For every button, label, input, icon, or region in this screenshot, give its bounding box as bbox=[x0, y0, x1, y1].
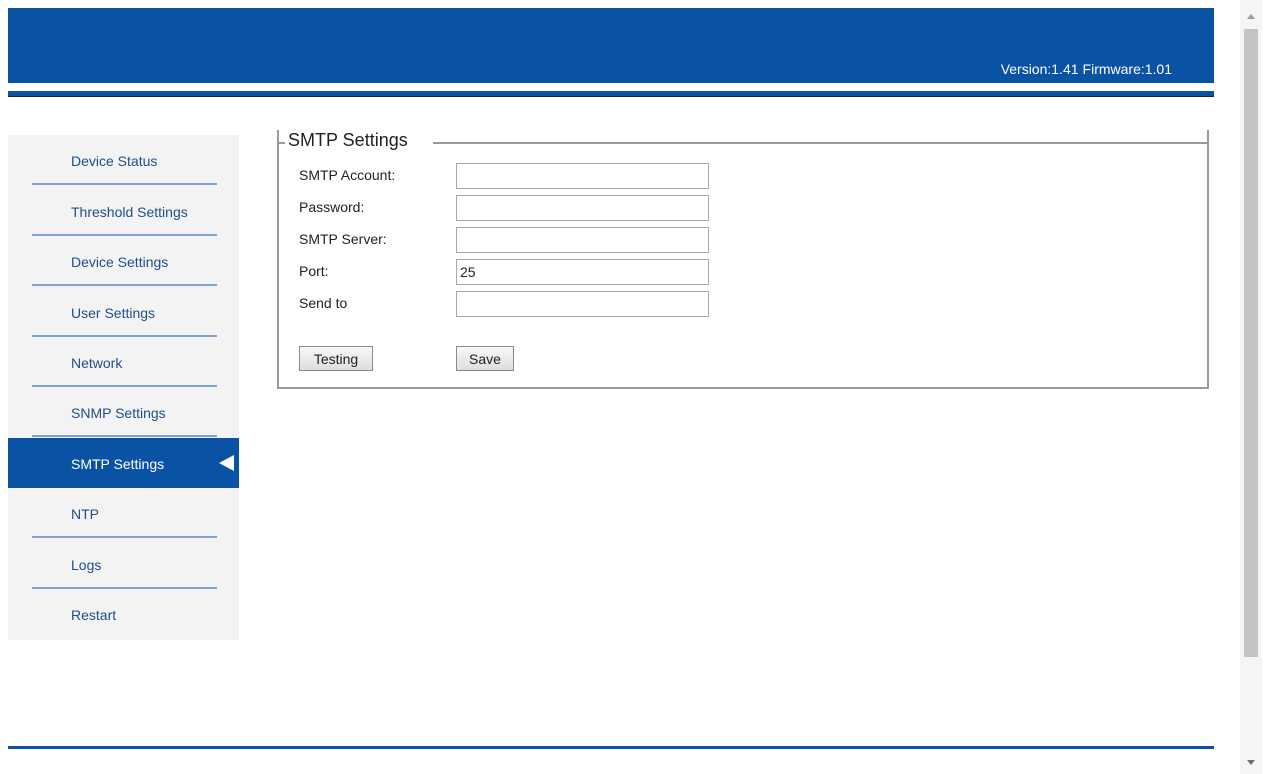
sidebar-item-restart[interactable]: Restart bbox=[8, 589, 239, 639]
fieldset-border bbox=[433, 142, 1209, 144]
firmware-text: Firmware:1.01 bbox=[1082, 61, 1172, 77]
sidebar-item-network[interactable]: Network bbox=[8, 337, 239, 387]
nav-divider bbox=[32, 536, 217, 538]
sidebar-item-label: NTP bbox=[71, 506, 99, 522]
save-button[interactable]: Save bbox=[456, 346, 514, 371]
sidebar-item-label: SNMP Settings bbox=[71, 405, 166, 421]
sidebar-item-label: User Settings bbox=[71, 305, 156, 321]
header-stripe bbox=[8, 91, 1214, 97]
footer-divider bbox=[8, 746, 1214, 749]
smtp-server-label: SMTP Server: bbox=[299, 231, 387, 247]
header-banner: Version:1.41 Firmware:1.01 bbox=[8, 8, 1214, 83]
sidebar-item-label: Device Settings bbox=[71, 254, 169, 270]
sidebar-item-label: Device Status bbox=[71, 153, 158, 169]
scroll-up-arrow-icon[interactable] bbox=[1247, 14, 1255, 19]
sidebar: Device Status Threshold Settings Device … bbox=[8, 135, 239, 640]
sidebar-item-device-status[interactable]: Device Status bbox=[8, 135, 239, 185]
sidebar-item-logs[interactable]: Logs bbox=[8, 539, 239, 589]
sidebar-item-ntp[interactable]: NTP bbox=[8, 488, 239, 538]
fieldset-legend: SMTP Settings bbox=[288, 130, 408, 150]
sidebar-item-label: Restart bbox=[71, 607, 117, 623]
sidebar-item-threshold-settings[interactable]: Threshold Settings bbox=[8, 186, 239, 236]
send-to-input[interactable] bbox=[456, 291, 709, 317]
smtp-account-input[interactable] bbox=[456, 163, 709, 189]
sidebar-item-device-settings[interactable]: Device Settings bbox=[8, 236, 239, 286]
send-to-label: Send to bbox=[299, 295, 348, 311]
nav-divider bbox=[32, 435, 217, 437]
vertical-scrollbar[interactable] bbox=[1240, 0, 1262, 774]
testing-button[interactable]: Testing bbox=[299, 346, 373, 371]
sidebar-item-smtp-settings[interactable]: SMTP Settings bbox=[8, 438, 239, 488]
port-label: Port: bbox=[299, 263, 329, 279]
scroll-down-arrow-icon[interactable] bbox=[1247, 760, 1255, 765]
sidebar-item-label: Network bbox=[71, 355, 123, 371]
page: Version:1.41 Firmware:1.01 Device Status … bbox=[0, 0, 1269, 774]
smtp-settings-fieldset: SMTP Settings SMTP Account: Password: SM… bbox=[277, 130, 1209, 389]
nav-divider bbox=[32, 284, 217, 286]
version-info: Version:1.41 Firmware:1.01 bbox=[1001, 61, 1176, 77]
sidebar-item-label: Threshold Settings bbox=[71, 204, 188, 220]
version-text: Version:1.41 bbox=[1000, 61, 1079, 77]
password-label: Password: bbox=[299, 199, 365, 215]
fieldset-border bbox=[277, 142, 279, 154]
password-input[interactable] bbox=[456, 195, 709, 221]
fieldset-border bbox=[1207, 142, 1209, 154]
sidebar-item-label: Logs bbox=[71, 557, 102, 573]
port-input[interactable] bbox=[456, 259, 709, 285]
smtp-server-input[interactable] bbox=[456, 227, 709, 253]
sidebar-item-label: SMTP Settings bbox=[71, 456, 165, 472]
triangle-left-icon bbox=[219, 455, 234, 471]
smtp-account-label: SMTP Account: bbox=[299, 167, 396, 183]
sidebar-item-snmp-settings[interactable]: SNMP Settings bbox=[8, 387, 239, 437]
nav-divider bbox=[32, 183, 217, 185]
sidebar-item-user-settings[interactable]: User Settings bbox=[8, 287, 239, 337]
scrollbar-thumb[interactable] bbox=[1244, 29, 1258, 657]
